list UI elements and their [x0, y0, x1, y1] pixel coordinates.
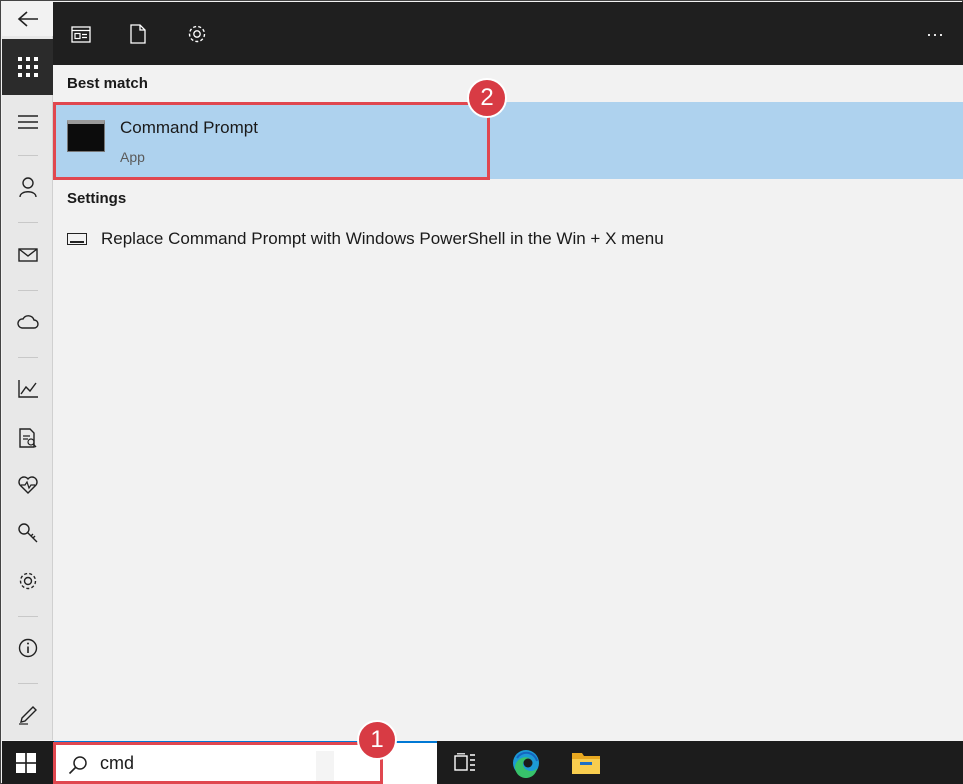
annotation-badge-2: 2 [467, 78, 507, 118]
all-apps-filter-button[interactable] [67, 20, 95, 48]
task-view-icon [454, 753, 475, 771]
back-arrow-icon [17, 11, 38, 27]
person-icon [18, 177, 37, 197]
key-icon [17, 523, 37, 543]
edge-icon [513, 750, 539, 778]
start-button[interactable] [2, 741, 50, 784]
rail-divider [18, 357, 38, 358]
chart-icon [17, 380, 38, 398]
performance-button[interactable] [2, 372, 53, 406]
folder-icon [572, 753, 600, 774]
health-button[interactable] [2, 468, 53, 502]
info-icon [18, 638, 37, 658]
rail-divider [18, 222, 38, 223]
cloud-icon [16, 315, 39, 329]
edge-browser-button[interactable] [509, 747, 543, 779]
settings-header: Settings [67, 190, 127, 207]
apps-grid-button[interactable] [2, 39, 53, 95]
ellipsis-icon: ··· [926, 23, 944, 44]
rail-divider [18, 616, 38, 617]
account-button[interactable] [2, 170, 53, 204]
heart-pulse-icon [17, 476, 38, 494]
rail-settings-button[interactable] [2, 564, 53, 598]
annotation-box-2 [53, 102, 490, 180]
file-explorer-button[interactable] [569, 747, 603, 779]
top-toolbar: ··· [53, 2, 963, 65]
about-button[interactable] [2, 631, 53, 665]
settings-result-label: Replace Command Prompt with Windows Powe… [101, 229, 664, 248]
taskbar-setting-icon [67, 233, 87, 245]
cloud-button[interactable] [2, 305, 53, 339]
pen-icon [18, 706, 37, 725]
rail-divider [18, 683, 38, 684]
mail-button[interactable] [2, 238, 53, 272]
settings-icon [188, 25, 206, 43]
back-button[interactable] [2, 2, 53, 36]
left-rail [2, 2, 53, 740]
documents-filter-button[interactable] [124, 20, 152, 48]
windows-logo-icon [16, 752, 36, 773]
credentials-button[interactable] [2, 516, 53, 550]
annotation-badge-1: 1 [357, 720, 397, 760]
rail-divider [18, 290, 38, 291]
app-window-icon [71, 25, 91, 43]
report-icon [18, 428, 36, 448]
mail-icon [17, 248, 38, 262]
settings-icon [19, 572, 36, 590]
best-match-header: Best match [67, 75, 148, 92]
rail-divider [18, 155, 38, 156]
report-button[interactable] [2, 421, 53, 455]
more-options-button[interactable]: ··· [921, 20, 949, 48]
menu-icon [17, 115, 38, 129]
task-view-button[interactable] [448, 747, 482, 779]
feedback-button[interactable] [2, 698, 53, 732]
apps-grid-icon [17, 57, 38, 77]
start-menu-window: ··· Best match Command Prompt App Settin… [0, 0, 963, 784]
settings-filter-button[interactable] [183, 20, 211, 48]
hamburger-menu-button[interactable] [2, 105, 53, 139]
document-icon [130, 24, 146, 44]
annotation-box-1 [53, 742, 383, 784]
settings-result-item[interactable]: Replace Command Prompt with Windows Powe… [53, 223, 963, 257]
